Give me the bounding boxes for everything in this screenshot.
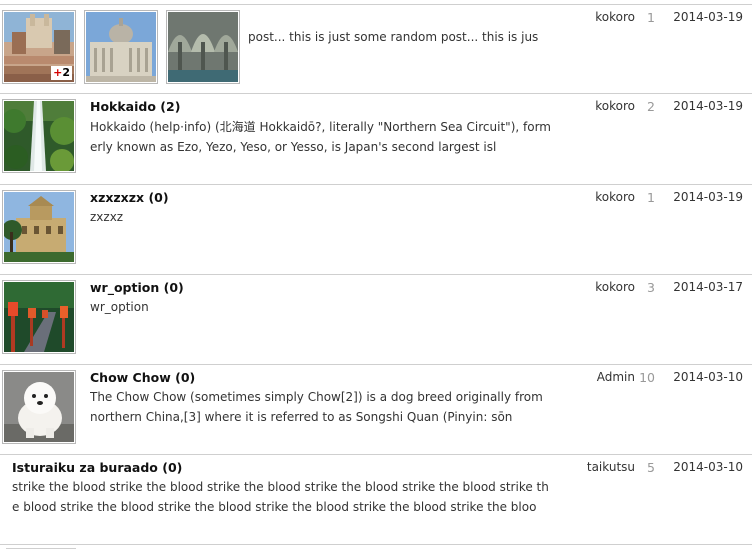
post-row[interactable]: wr_option (0) wr_option kokoro 3 2014-03… bbox=[0, 275, 752, 365]
post-comment-count: (0) bbox=[175, 370, 196, 385]
post-thumbnail[interactable] bbox=[2, 99, 76, 173]
post-excerpt[interactable]: zxzxz bbox=[90, 208, 552, 228]
post-reply-count: 10 bbox=[639, 370, 655, 385]
post-excerpt[interactable]: strike the blood strike the blood strike… bbox=[12, 478, 552, 518]
post-author[interactable]: taikutsu bbox=[587, 460, 635, 474]
post-author[interactable]: kokoro bbox=[595, 190, 635, 204]
post-reply-count: 1 bbox=[647, 10, 655, 25]
post-thumbnail[interactable]: +2 bbox=[2, 10, 76, 84]
post-date: 2014-03-19 bbox=[673, 99, 743, 113]
post-excerpt[interactable]: Hokkaido (help·info) (北海道 Hokkaidō?, lit… bbox=[90, 118, 552, 158]
post-row[interactable]: Chow Chow (0) The Chow Chow (sometimes s… bbox=[0, 365, 752, 455]
post-reply-count: 2 bbox=[647, 99, 655, 114]
post-author[interactable]: kokoro bbox=[595, 280, 635, 294]
post-row[interactable]: +2 post... this is just some random post… bbox=[0, 5, 752, 94]
post-date: 2014-03-19 bbox=[673, 190, 743, 204]
post-comment-count: (2) bbox=[160, 99, 181, 114]
post-date: 2014-03-10 bbox=[673, 370, 743, 384]
mosque-interior-image bbox=[168, 12, 238, 82]
post-row[interactable]: Hokkaido (2) Hokkaido (help·info) (北海道 H… bbox=[0, 94, 752, 185]
post-thumbnail[interactable] bbox=[2, 190, 76, 264]
lantern-path-image bbox=[4, 282, 74, 352]
post-author[interactable]: Admin bbox=[597, 370, 635, 384]
post-author[interactable]: kokoro bbox=[595, 10, 635, 24]
post-title-text[interactable]: Chow Chow bbox=[90, 370, 171, 385]
post-excerpt[interactable]: wr_option bbox=[90, 298, 552, 318]
waterfall-forest-image bbox=[4, 101, 74, 171]
post-thumbnail[interactable] bbox=[2, 370, 76, 444]
spanish-steps-image: +2 bbox=[4, 12, 74, 82]
post-reply-count: 1 bbox=[647, 190, 655, 205]
chow-chow-image bbox=[4, 372, 74, 442]
post-title[interactable]: Hokkaido (2) bbox=[90, 99, 180, 114]
post-date: 2014-03-10 bbox=[673, 460, 743, 474]
post-comment-count: (0) bbox=[162, 460, 183, 475]
post-title[interactable]: wr_option (0) bbox=[90, 280, 184, 295]
next-row-edge bbox=[6, 548, 76, 553]
post-excerpt[interactable]: post... this is just some random post...… bbox=[248, 28, 554, 48]
post-thumbnail[interactable] bbox=[84, 10, 158, 84]
post-reply-count: 3 bbox=[647, 280, 655, 295]
post-excerpt[interactable]: The Chow Chow (sometimes simply Chow[2])… bbox=[90, 388, 552, 428]
post-title[interactable]: Chow Chow (0) bbox=[90, 370, 195, 385]
post-author[interactable]: kokoro bbox=[595, 99, 635, 113]
post-date: 2014-03-17 bbox=[673, 280, 743, 294]
basilica-image bbox=[86, 12, 156, 82]
post-comment-count: (0) bbox=[163, 280, 184, 295]
post-title-text[interactable]: Isturaiku za buraado bbox=[12, 460, 158, 475]
post-row[interactable]: xzxzxzx (0) zxzxz kokoro 1 2014-03-19 bbox=[0, 185, 752, 275]
post-date: 2014-03-19 bbox=[673, 10, 743, 24]
post-row[interactable]: Isturaiku za buraado (0) strike the bloo… bbox=[0, 455, 752, 545]
post-thumbnail[interactable] bbox=[2, 280, 76, 354]
post-thumbnail[interactable] bbox=[166, 10, 240, 84]
post-title-text[interactable]: wr_option bbox=[90, 280, 159, 295]
post-title[interactable]: Isturaiku za buraado (0) bbox=[12, 460, 182, 475]
post-title-text[interactable]: Hokkaido bbox=[90, 99, 156, 114]
extra-images-badge: +2 bbox=[51, 66, 72, 80]
post-title[interactable]: xzxzxzx (0) bbox=[90, 190, 169, 205]
post-title-text[interactable]: xzxzxzx bbox=[90, 190, 144, 205]
palace-image bbox=[4, 192, 74, 262]
post-reply-count: 5 bbox=[647, 460, 655, 475]
post-comment-count: (0) bbox=[148, 190, 169, 205]
